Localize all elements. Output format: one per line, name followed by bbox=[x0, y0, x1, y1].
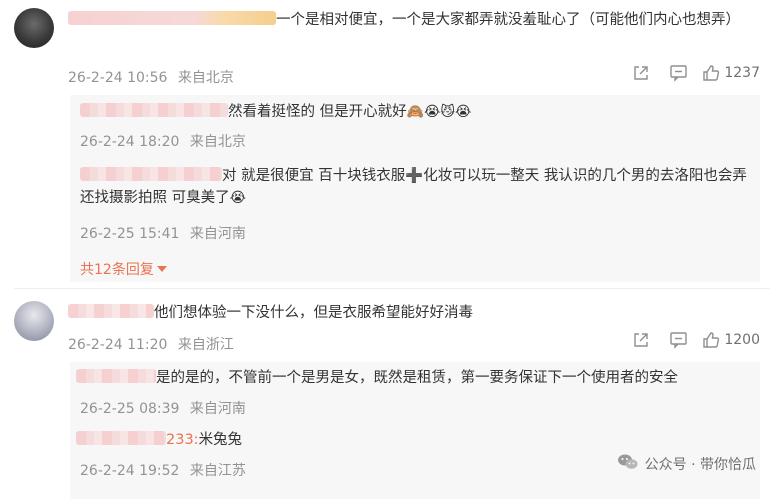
like-button[interactable]: 1237 bbox=[702, 64, 760, 82]
reply-location: 来自江苏 bbox=[189, 463, 246, 479]
reply-text: 然看着挺怪的 但是开心就好🙈😭😼😭 bbox=[80, 101, 750, 123]
like-icon bbox=[702, 331, 720, 349]
reply-name-fragment: 233: bbox=[166, 432, 199, 448]
like-count: 1200 bbox=[724, 332, 760, 348]
reply-date: 26-2-24 18:20 bbox=[80, 134, 180, 150]
like-button[interactable]: 1200 bbox=[702, 331, 760, 349]
reply-text: 233:米兔兔 bbox=[76, 429, 756, 451]
redacted-username[interactable] bbox=[80, 167, 222, 181]
wechat-icon bbox=[617, 453, 639, 475]
comment-icon[interactable] bbox=[658, 64, 698, 82]
comment-meta: 26-2-24 11:20 来自浙江 bbox=[68, 334, 234, 354]
comment-date: 26-2-24 10:56 bbox=[68, 70, 168, 86]
redacted-username[interactable] bbox=[68, 304, 154, 318]
comment-icon[interactable] bbox=[658, 331, 698, 349]
divider bbox=[14, 288, 770, 289]
caret-down-icon bbox=[156, 266, 167, 272]
reply-text: 对 就是很便宜 百十块钱衣服➕化妆可以玩一整天 我认识的几个男的去洛阳也会弄 还… bbox=[80, 167, 747, 206]
comment-actions: 1237 bbox=[624, 64, 760, 82]
comment-text: 一个是相对便宜，一个是大家都弄就没羞耻心了（可能他们内心也想弄） bbox=[68, 9, 758, 31]
more-replies-link[interactable]: 共12条回复 bbox=[80, 259, 167, 279]
reply-meta: 26-2-25 15:41 来自河南 bbox=[80, 223, 246, 243]
share-icon[interactable] bbox=[624, 64, 658, 82]
reply-meta: 26-2-25 08:39 来自河南 bbox=[80, 398, 246, 418]
replies-block: 然看着挺怪的 但是开心就好🙈😭😼😭 26-2-24 18:20 来自北京 对 就… bbox=[70, 95, 760, 282]
avatar[interactable] bbox=[14, 301, 54, 341]
comment-location: 来自浙江 bbox=[177, 337, 234, 353]
comment-meta: 26-2-24 10:56 来自北京 bbox=[68, 67, 234, 87]
redacted-username[interactable] bbox=[68, 11, 276, 25]
like-count: 1237 bbox=[724, 65, 760, 81]
redacted-username[interactable] bbox=[76, 369, 156, 383]
redacted-username[interactable] bbox=[80, 103, 228, 117]
like-icon bbox=[702, 64, 720, 82]
comment-date: 26-2-24 11:20 bbox=[68, 337, 168, 353]
reply-date: 26-2-25 15:41 bbox=[80, 226, 180, 242]
reply-location: 来自河南 bbox=[189, 226, 246, 242]
reply-date: 26-2-24 19:52 bbox=[80, 463, 180, 479]
redacted-username[interactable] bbox=[76, 431, 166, 445]
reply-meta: 26-2-24 18:20 来自北京 bbox=[80, 131, 246, 151]
comment-text: 他们想体验一下没什么，但是衣服希望能好好消毒 bbox=[68, 302, 758, 324]
comment-1: 一个是相对便宜，一个是大家都弄就没羞耻心了（可能他们内心也想弄） 26-2-24… bbox=[0, 0, 770, 285]
avatar[interactable] bbox=[14, 8, 54, 48]
reply-meta: 26-2-24 19:52 来自江苏 bbox=[80, 460, 246, 480]
share-icon[interactable] bbox=[624, 331, 658, 349]
comment-location: 来自北京 bbox=[177, 70, 234, 86]
replies-block: 是的是的，不管前一个是男是女，既然是租赁，第一要务保证下一个使用者的安全 26-… bbox=[70, 362, 760, 499]
watermark-text: 公众号 · 带你恰瓜 bbox=[644, 457, 756, 473]
reply-text: 是的是的，不管前一个是男是女，既然是租赁，第一要务保证下一个使用者的安全 bbox=[76, 367, 756, 389]
comment-actions: 1200 bbox=[624, 331, 760, 349]
reply-date: 26-2-25 08:39 bbox=[80, 401, 180, 417]
watermark: 公众号 · 带你恰瓜 bbox=[617, 453, 756, 475]
reply-location: 来自北京 bbox=[189, 134, 246, 150]
reply-location: 来自河南 bbox=[189, 401, 246, 417]
